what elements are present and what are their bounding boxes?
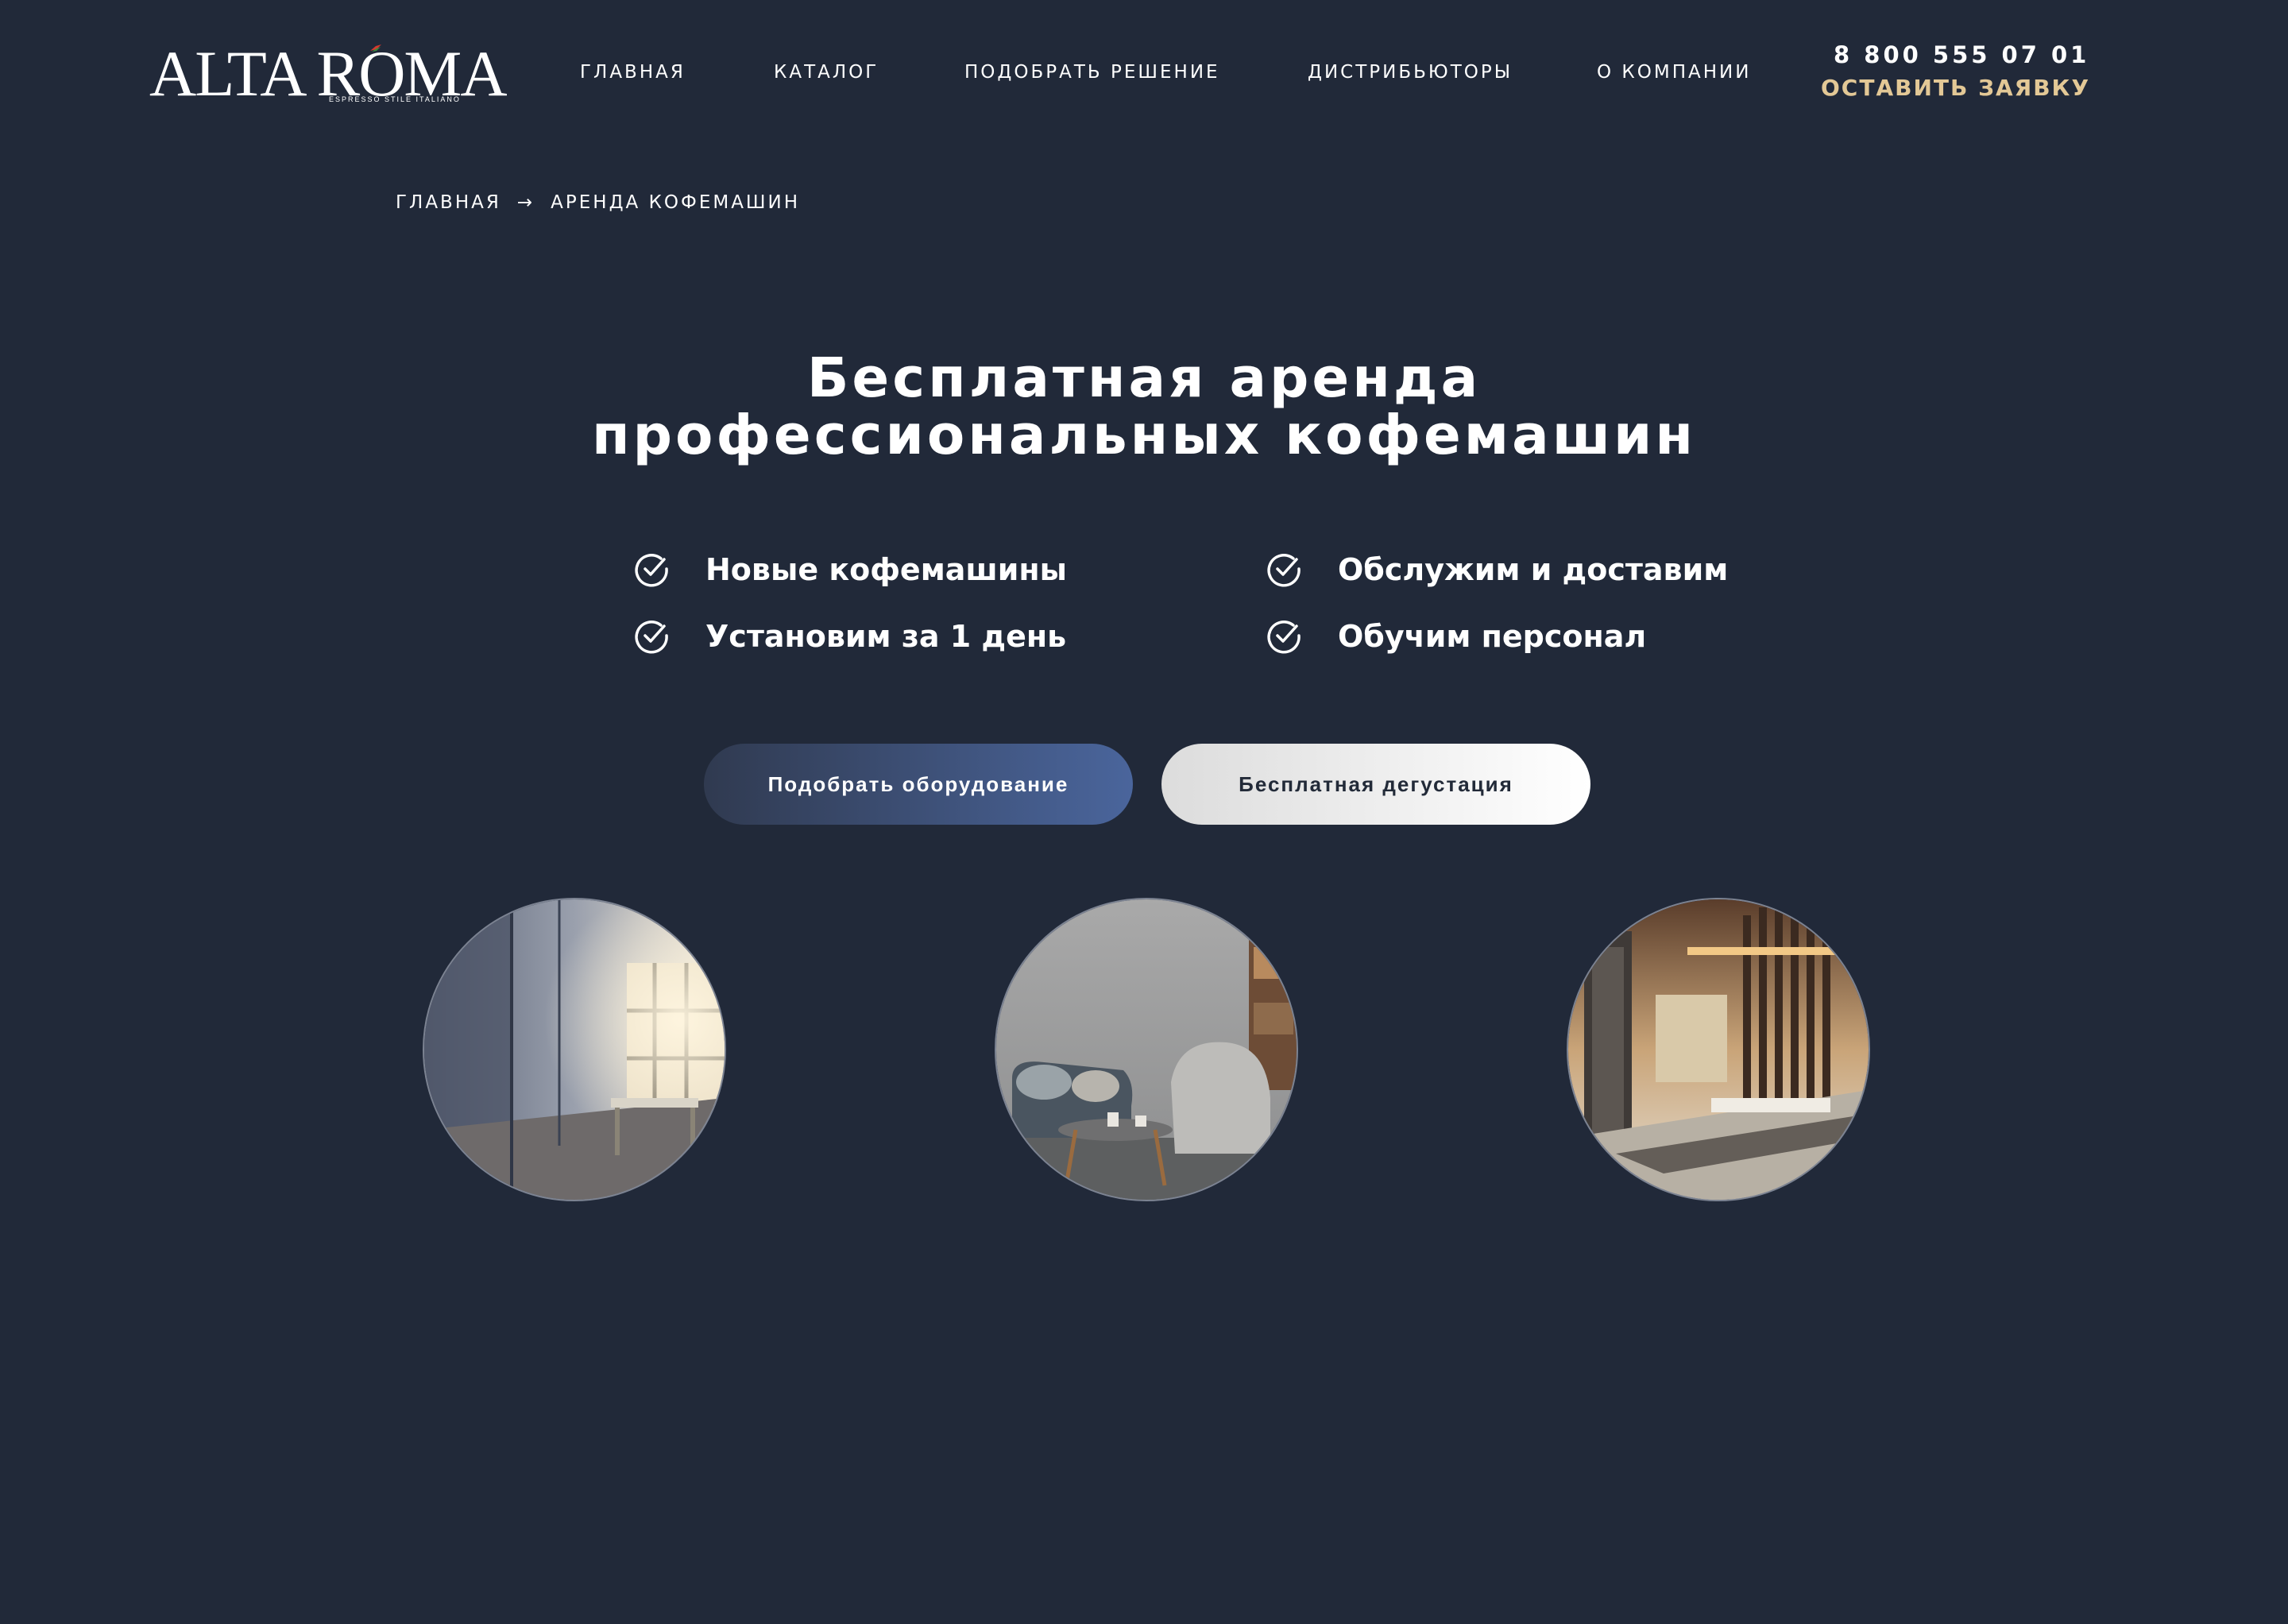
check-circle-icon — [635, 621, 668, 654]
free-tasting-button[interactable]: Бесплатная дегустация — [1161, 744, 1590, 825]
nav-item-about[interactable]: О КОМПАНИИ — [1597, 62, 1751, 83]
feature-item: Обслужим и доставим — [1266, 550, 1728, 590]
breadcrumb-arrow-icon: → — [516, 192, 535, 213]
nav-item-choose-solution[interactable]: ПОДОБРАТЬ РЕШЕНИЕ — [964, 62, 1220, 83]
feature-item: Обучим персонал — [1266, 617, 1646, 656]
hotel-lobby-image — [1568, 899, 1869, 1200]
page-title-line1: Бесплатная аренда — [806, 346, 1482, 410]
photo-lounge — [995, 898, 1298, 1201]
feature-label: Установим за 1 день — [705, 619, 1067, 654]
leave-request-link[interactable]: ОСТАВИТЬ ЗАЯВКУ — [1821, 75, 2090, 101]
check-circle-icon — [1267, 621, 1301, 654]
breadcrumb: ГЛАВНАЯ → АРЕНДА КОФЕМАШИН — [396, 192, 800, 213]
feature-label: Обслужим и доставим — [1338, 552, 1729, 587]
nav-item-catalog[interactable]: КАТАЛОГ — [774, 62, 879, 83]
lounge-image — [996, 899, 1297, 1200]
check-circle-icon — [1267, 554, 1301, 587]
page-title-line2: профессиональных кофемашин — [591, 404, 1697, 467]
check-circle-icon — [635, 554, 668, 587]
office-interior-image — [424, 899, 725, 1200]
phone-number[interactable]: 8 800 555 07 01 — [1834, 41, 2089, 68]
feature-item: Новые кофемашины — [634, 550, 1067, 590]
choose-equipment-button[interactable]: Подобрать оборудование — [704, 744, 1133, 825]
brand-logo[interactable]: ALTA ROMA ESPRESSO STILE ITALIANO — [149, 41, 508, 110]
photo-lobby — [1567, 898, 1870, 1201]
nav-item-distributors[interactable]: ДИСТРИБЬЮТОРЫ — [1308, 62, 1513, 83]
nav-item-home[interactable]: ГЛАВНАЯ — [580, 62, 686, 83]
feature-item: Установим за 1 день — [634, 617, 1066, 656]
feature-label: Обучим персонал — [1338, 619, 1647, 654]
logo-tagline: ESPRESSO STILE ITALIANO — [329, 95, 461, 103]
photo-office — [423, 898, 726, 1201]
breadcrumb-current: АРЕНДА КОФЕМАШИН — [551, 192, 801, 213]
logo-accent-icon — [370, 44, 381, 52]
feature-label: Новые кофемашины — [705, 552, 1067, 587]
breadcrumb-home[interactable]: ГЛАВНАЯ — [396, 192, 501, 213]
